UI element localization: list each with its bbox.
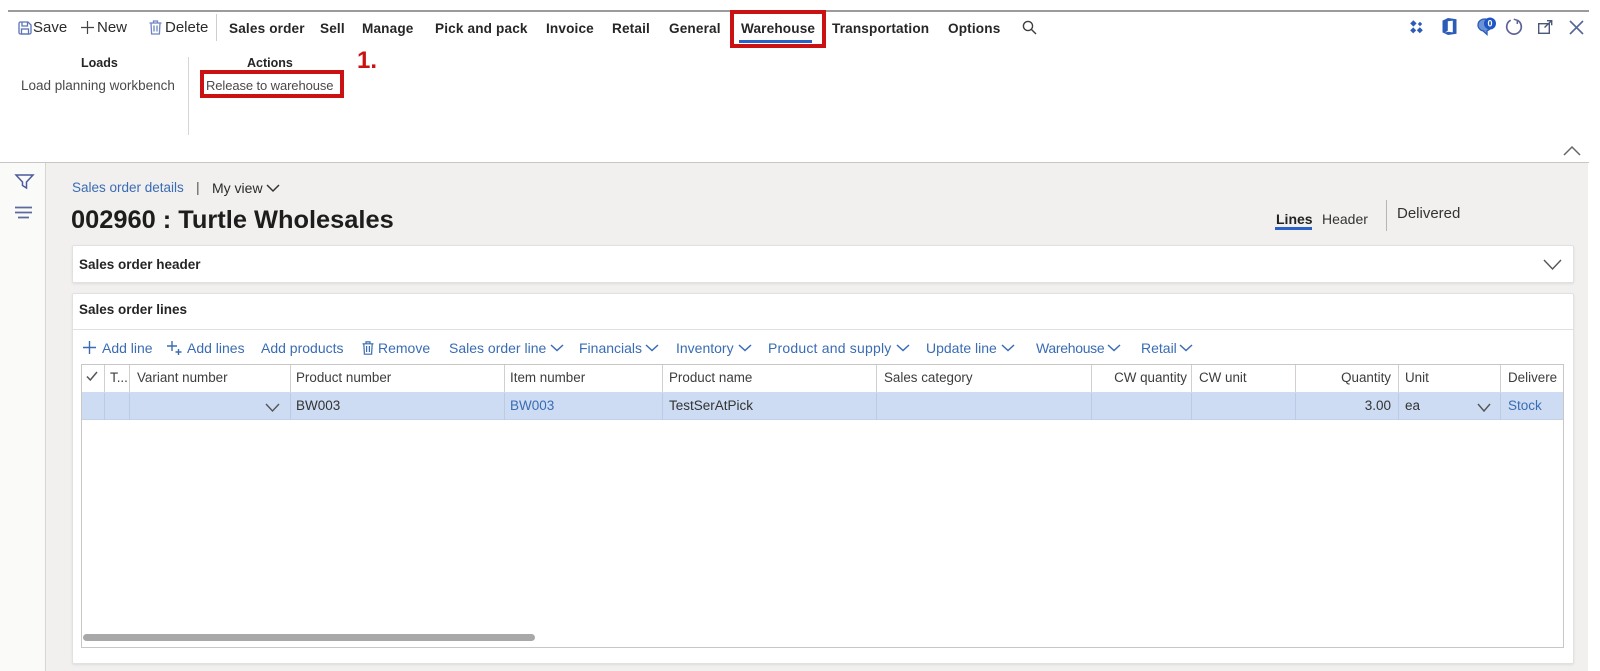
svg-text:0: 0 [1487, 19, 1492, 29]
